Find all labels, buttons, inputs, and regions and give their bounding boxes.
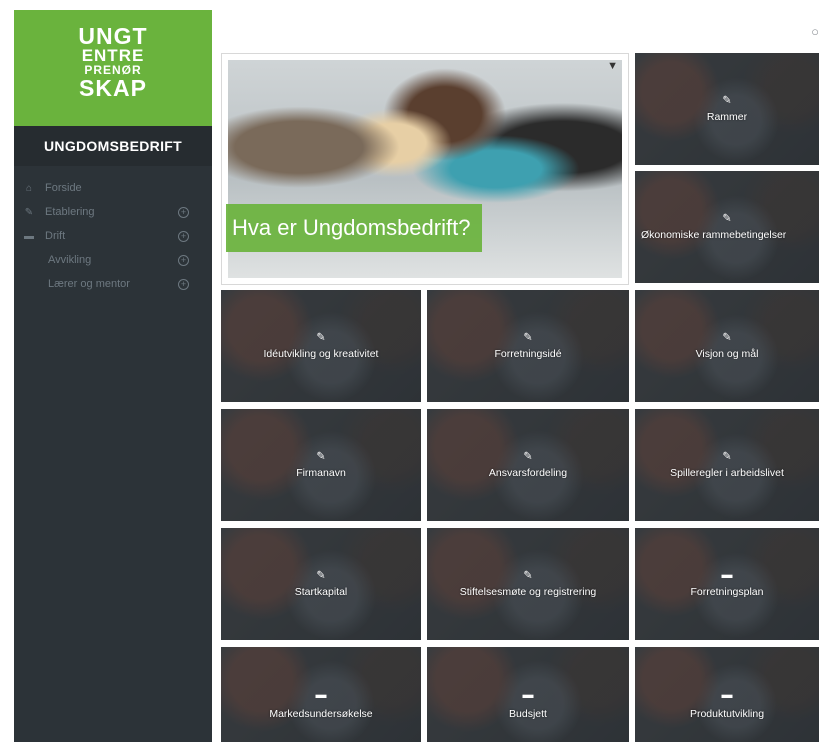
sidebar-item-drift[interactable]: ▬ Drift + [14, 224, 212, 248]
tile-rammer[interactable]: ✎ Rammer [635, 53, 819, 165]
sidebar-nav: ⌂ Forside ✎ Etablering + ▬ Drift + Avvik… [14, 176, 212, 296]
sidebar-item-label: Lærer og mentor [48, 278, 130, 290]
tile-label: Ansvarsfordeling [488, 466, 568, 479]
sidebar-item-label: Drift [45, 230, 66, 242]
pencil-icon: ✎ [523, 450, 533, 463]
tile-firmanavn[interactable]: ✎ Firmanavn [221, 409, 421, 521]
folder-icon: ▬ [721, 688, 733, 701]
pencil-icon: ✎ [722, 94, 732, 107]
sidebar-item-label: Forside [45, 182, 82, 194]
home-icon: ⌂ [25, 182, 33, 194]
expand-icon[interactable]: + [178, 254, 189, 266]
pencil-icon: ✎ [523, 569, 533, 582]
folder-icon: ▬ [721, 569, 733, 582]
logo-line-4: SKAP [79, 75, 147, 101]
tile-label: Rammer [706, 110, 748, 123]
folder-icon: ▬ [522, 688, 534, 701]
expand-icon[interactable]: + [178, 206, 189, 218]
folder-icon: ▬ [24, 230, 34, 242]
expand-icon[interactable]: + [178, 278, 189, 290]
tile-label: Visjon og mål [695, 347, 759, 360]
sidebar-item-laerer-og-mentor[interactable]: Lærer og mentor + [14, 272, 212, 296]
tile-label: Spilleregler i arbeidslivet [670, 466, 784, 479]
pencil-icon: ✎ [316, 450, 326, 463]
tile-forretningside[interactable]: ✎ Forretningsidé [427, 290, 629, 402]
hero-tile[interactable]: ▼ Hva er Ungdomsbedrift? [221, 53, 629, 285]
tile-label: Budsjett [509, 707, 547, 720]
tile-ideutvikling[interactable]: ✎ Idéutvikling og kreativitet [221, 290, 421, 402]
tile-startkapital[interactable]: ✎ Startkapital [221, 528, 421, 640]
pencil-icon: ✎ [24, 206, 34, 218]
logo-line-1: UNGT [78, 23, 148, 49]
tile-produktutvikling[interactable]: ▬ Produktutvikling [635, 647, 819, 742]
sidebar-item-label: Etablering [45, 206, 95, 218]
expand-icon[interactable]: + [178, 230, 189, 242]
pencil-icon: ✎ [316, 569, 326, 582]
tile-label: Startkapital [294, 585, 348, 598]
tile-ansvarsfordeling[interactable]: ✎ Ansvarsfordeling [427, 409, 629, 521]
sidebar-item-avvikling[interactable]: Avvikling + [14, 248, 212, 272]
tile-markedsundersokelse[interactable]: ▬ Markedsundersøkelse [221, 647, 421, 742]
tile-budsjett[interactable]: ▬ Budsjett [427, 647, 629, 742]
sidebar: UNGT ENTRE PRENØR SKAP UNGDOMSBEDRIFT ⌂ … [14, 10, 212, 742]
tile-okonomiske-rammebetingelser[interactable]: ✎ Økonomiske rammebetingelser [635, 171, 819, 283]
pencil-icon: ✎ [722, 450, 732, 463]
tile-label: Forretningsidé [494, 347, 562, 360]
sidebar-item-label: Avvikling [48, 254, 92, 266]
tile-spilleregler[interactable]: ✎ Spilleregler i arbeidslivet [635, 409, 819, 521]
search-icon[interactable]: ○ [811, 24, 819, 39]
tile-forretningsplan[interactable]: ▬ Forretningsplan [635, 528, 819, 640]
tile-stiftelsesmote[interactable]: ✎ Stiftelsesmøte og registrering [427, 528, 629, 640]
tile-label: Forretningsplan [690, 585, 764, 598]
brand-logo[interactable]: UNGT ENTRE PRENØR SKAP [14, 10, 212, 126]
sidebar-item-forside[interactable]: ⌂ Forside [14, 176, 212, 200]
tile-label: Stiftelsesmøte og registrering [459, 585, 597, 598]
pin-icon[interactable]: ▼ [607, 60, 618, 72]
pencil-icon: ✎ [316, 331, 326, 344]
sidebar-item-etablering[interactable]: ✎ Etablering + [14, 200, 212, 224]
tile-label: Firmanavn [296, 466, 346, 479]
pencil-icon: ✎ [523, 331, 533, 344]
tile-label: Idéutvikling og kreativitet [263, 347, 379, 360]
top-bar: ○ [212, 10, 819, 52]
logo-line-2: ENTRE [81, 46, 145, 65]
tile-label: Økonomiske rammebetingelser [641, 228, 787, 241]
pencil-icon: ✎ [722, 212, 732, 225]
tile-label: Produktutvikling [689, 707, 765, 720]
tile-label: Markedsundersøkelse [269, 707, 373, 720]
tile-visjon-og-mal[interactable]: ✎ Visjon og mål [635, 290, 819, 402]
section-title: UNGDOMSBEDRIFT [14, 126, 212, 166]
folder-icon: ▬ [315, 688, 327, 701]
hero-title: Hva er Ungdomsbedrift? [226, 204, 483, 252]
pencil-icon: ✎ [722, 331, 732, 344]
